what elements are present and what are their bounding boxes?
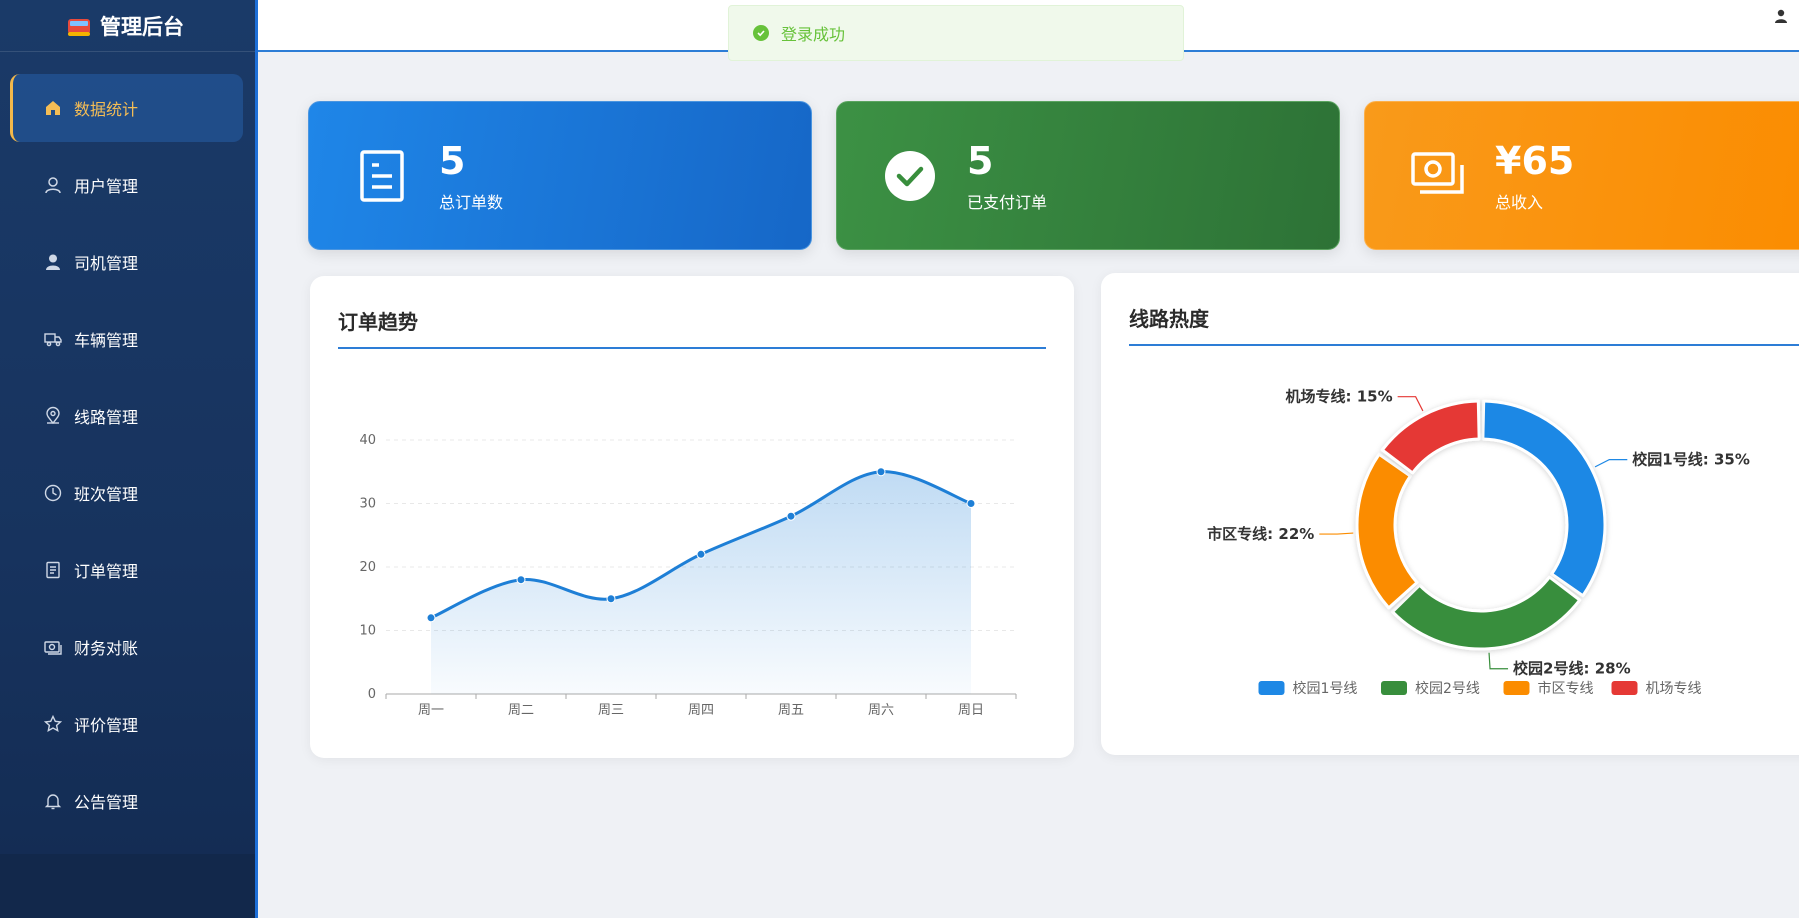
sidebar-menu: 数据统计 用户管理 司机管理 车辆管理 线路管理 班次管理 订单管理 财务对账 … [0, 52, 255, 835]
legend-swatch [1611, 681, 1638, 695]
app-title: 管理后台 [100, 14, 184, 39]
sidebar-item-finance[interactable]: 财务对账 [10, 613, 243, 681]
slice-label: 校园1号线: 35% [1632, 451, 1750, 469]
app-logo[interactable]: 管理后台 [0, 0, 255, 52]
legend-swatch [1503, 681, 1530, 695]
stat-value: 5 [967, 138, 994, 183]
document-icon [353, 147, 411, 205]
sidebar-item-label: 财务对账 [74, 639, 139, 658]
location-icon [42, 405, 64, 427]
sidebar-item-label: 公告管理 [74, 793, 139, 812]
slice-label: 市区专线: 22% [1207, 525, 1314, 543]
x-tick-label: 周一 [418, 703, 444, 718]
pie-slice [1380, 399, 1481, 475]
route-heat-panel: 线路热度 校园1号线: 35% 校园2号线: 28% 市区专线: 22% 机场专线: … [1101, 273, 1799, 755]
home-icon [42, 97, 64, 119]
stat-card-paid-orders[interactable]: 5 已支付订单 [836, 101, 1340, 250]
money-icon [1409, 147, 1467, 205]
success-icon [753, 25, 769, 41]
y-tick-label: 40 [359, 433, 376, 448]
sidebar-item-statistics[interactable]: 数据统计 [10, 74, 243, 142]
slice-label: 机场专线: 15% [1286, 388, 1393, 406]
data-point [606, 594, 616, 604]
check-circle-icon [881, 147, 939, 205]
data-point [516, 575, 526, 585]
y-tick-label: 30 [359, 497, 376, 512]
data-point [426, 613, 436, 623]
user-icon[interactable] [1773, 8, 1789, 24]
legend-label: 机场专线 [1646, 681, 1702, 697]
stat-label: 总订单数 [439, 192, 504, 212]
stat-label: 总收入 [1495, 192, 1544, 212]
truck-icon [42, 328, 64, 350]
sidebar-item-label: 用户管理 [74, 177, 139, 196]
sidebar: 管理后台 数据统计 用户管理 司机管理 车辆管理 线路管理 班次管理 订单管理 … [0, 0, 258, 918]
bell-icon [42, 790, 64, 812]
x-tick-label: 周二 [508, 703, 534, 718]
pie-slice [1355, 452, 1419, 610]
area-fill [431, 471, 971, 694]
sidebar-item-label: 线路管理 [74, 408, 139, 427]
legend-label: 市区专线 [1538, 680, 1594, 697]
route-heat-chart[interactable]: 校园1号线: 35% 校园2号线: 28% 市区专线: 22% 机场专线: 15% 校园… [1101, 273, 1799, 755]
label-connector [1319, 532, 1354, 535]
star-icon [42, 713, 64, 735]
pie-slice [1390, 575, 1582, 651]
sidebar-item-routes[interactable]: 线路管理 [10, 382, 243, 450]
login-success-toast: 登录成功 [728, 5, 1184, 61]
sidebar-item-label: 订单管理 [74, 562, 139, 581]
sidebar-item-label: 司机管理 [74, 254, 139, 273]
sidebar-item-reviews[interactable]: 评价管理 [10, 690, 243, 758]
sidebar-item-label: 车辆管理 [74, 331, 139, 350]
legend-label: 校园1号线 [1293, 680, 1358, 697]
sidebar-footer [0, 854, 255, 918]
user-filled-icon [42, 251, 64, 273]
user-outline-icon [42, 174, 64, 196]
stat-label: 已支付订单 [967, 192, 1048, 212]
order-trend-chart[interactable]: 0 10 20 30 40 周一 周二 周三 周四 周五 周六 周日 [310, 276, 1074, 758]
sidebar-item-label: 班次管理 [74, 485, 139, 504]
stat-value: ¥65 [1495, 138, 1575, 183]
sidebar-item-label: 数据统计 [74, 100, 139, 119]
stat-card-revenue[interactable]: ¥65 总收入 [1364, 101, 1799, 250]
data-point [876, 467, 886, 477]
x-tick-label: 周三 [598, 703, 624, 718]
legend-swatch [1381, 681, 1407, 695]
data-point [966, 499, 976, 508]
label-connector [1594, 459, 1628, 468]
legend-swatch [1258, 681, 1285, 695]
sidebar-item-schedules[interactable]: 班次管理 [10, 459, 243, 527]
y-tick-label: 20 [359, 560, 376, 575]
x-tick-label: 周六 [868, 703, 894, 718]
y-tick-label: 10 [359, 624, 376, 639]
legend-label: 校园2号线 [1415, 680, 1480, 697]
slice-label: 校园2号线: 28% [1513, 660, 1631, 678]
order-trend-panel: 订单趋势 0 10 20 30 40 周一 周二 周三 周四 周五 周六 周日 [310, 276, 1074, 758]
x-tick-label: 周五 [778, 703, 804, 718]
sidebar-item-label: 评价管理 [74, 716, 139, 735]
sidebar-item-vehicles[interactable]: 车辆管理 [10, 305, 243, 373]
data-point [786, 511, 796, 521]
stat-value: 5 [439, 138, 466, 183]
x-tick-label: 周日 [958, 703, 984, 718]
y-tick-label: 0 [368, 687, 376, 702]
sidebar-item-drivers[interactable]: 司机管理 [10, 228, 243, 296]
stat-card-total-orders[interactable]: 5 总订单数 [308, 101, 812, 250]
x-tick-label: 周四 [688, 703, 714, 718]
document-icon [42, 559, 64, 581]
clock-icon [42, 482, 64, 504]
toast-message: 登录成功 [781, 25, 846, 44]
label-connector [1488, 652, 1509, 670]
sidebar-item-orders[interactable]: 订单管理 [10, 536, 243, 604]
sidebar-item-notices[interactable]: 公告管理 [10, 767, 243, 835]
pie-slice [1481, 399, 1607, 598]
bus-icon [68, 18, 90, 36]
money-icon [42, 636, 64, 658]
data-point [696, 549, 706, 559]
label-connector [1397, 396, 1424, 412]
sidebar-item-users[interactable]: 用户管理 [10, 151, 243, 219]
